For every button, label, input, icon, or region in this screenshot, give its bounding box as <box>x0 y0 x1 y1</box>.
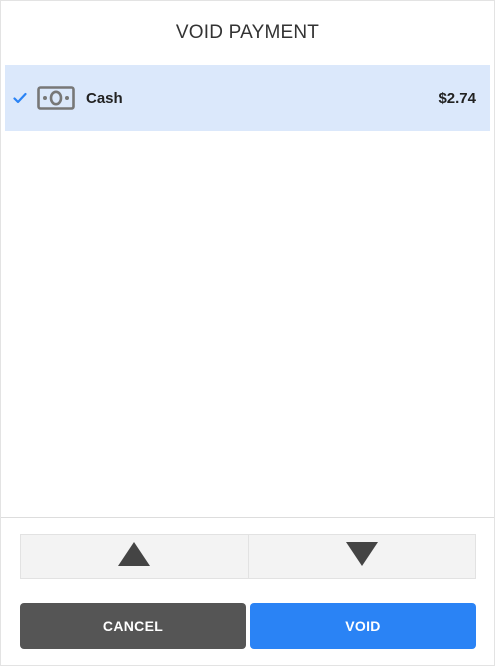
triangle-down-icon <box>344 540 380 573</box>
divider <box>1 517 494 518</box>
triangle-up-icon <box>116 540 152 573</box>
payment-row-cash[interactable]: Cash $2.74 <box>5 65 490 131</box>
scroll-down-button[interactable] <box>247 535 476 578</box>
cancel-button[interactable]: CANCEL <box>20 603 246 649</box>
payment-amount: $2.74 <box>438 89 476 107</box>
action-bar: CANCEL VOID <box>20 603 476 649</box>
void-payment-dialog: VOID PAYMENT Cash $2.74 CANCEL VOID <box>0 0 495 666</box>
scroll-up-button[interactable] <box>21 535 248 578</box>
payment-method-label: Cash <box>86 89 123 107</box>
checkmark-icon <box>13 91 27 105</box>
cash-icon <box>37 86 75 110</box>
void-button[interactable]: VOID <box>250 603 476 649</box>
scroll-controls <box>20 534 476 579</box>
payment-list: Cash $2.74 <box>5 65 490 517</box>
dialog-title: VOID PAYMENT <box>175 22 320 43</box>
